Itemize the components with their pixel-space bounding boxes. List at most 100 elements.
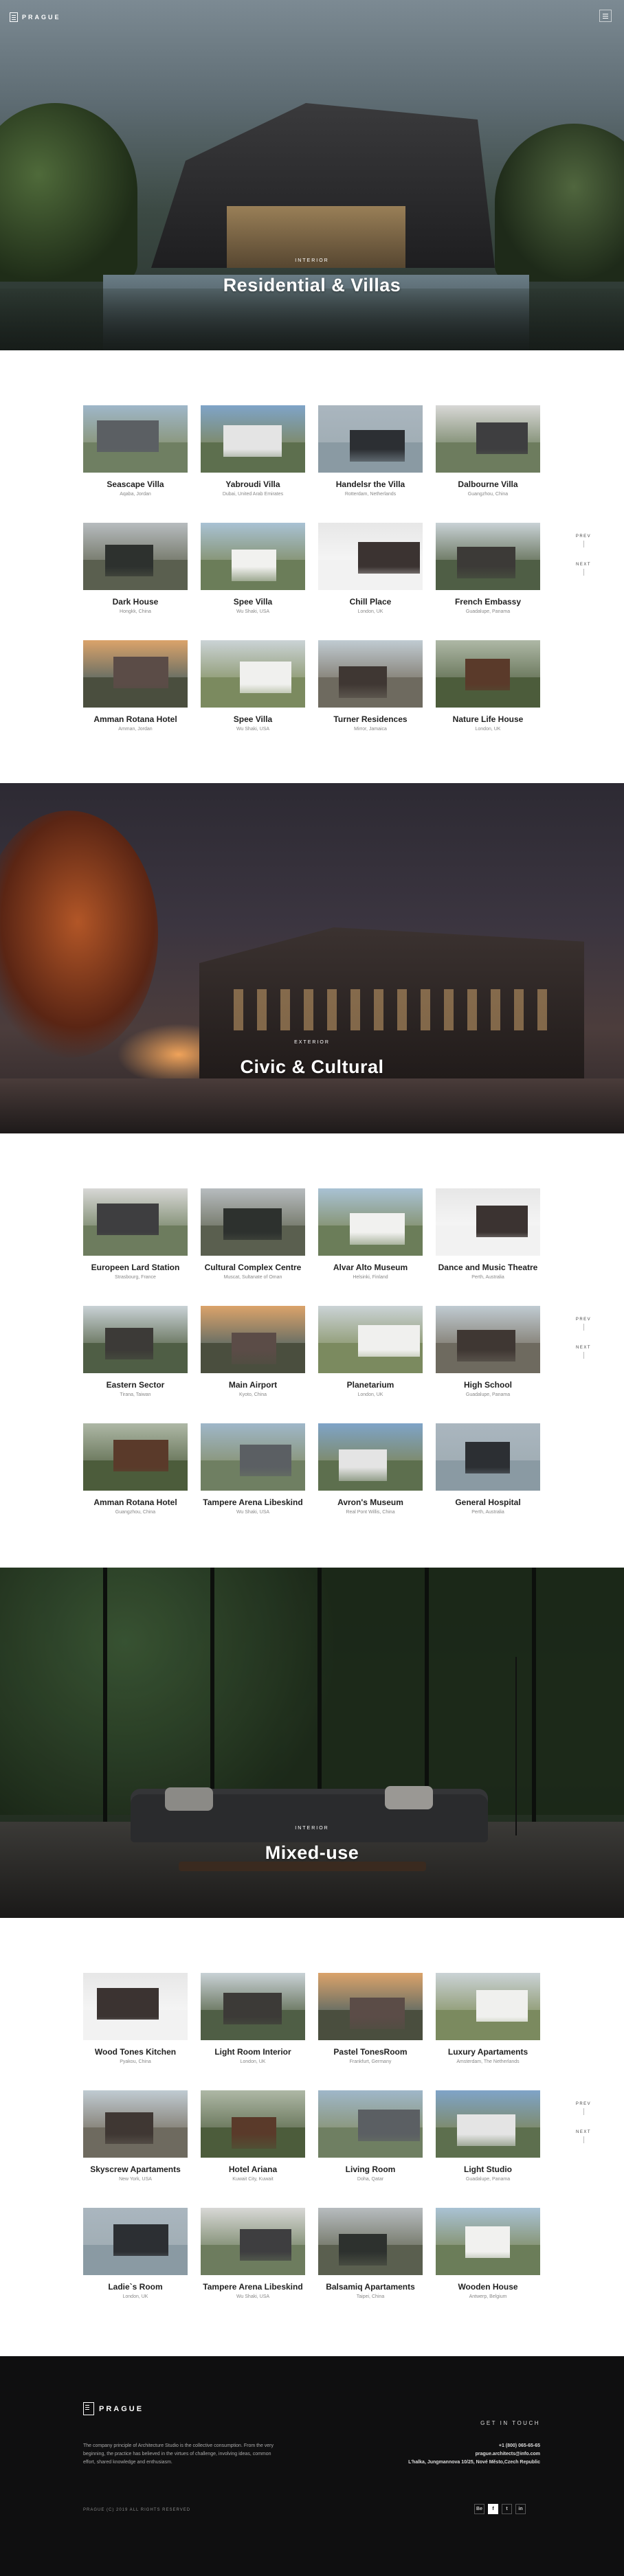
project-thumbnail[interactable] xyxy=(318,2208,423,2275)
project-title[interactable]: Europeen Lard Station xyxy=(83,1263,188,1272)
project-thumbnail[interactable] xyxy=(436,1188,540,1256)
footer-phone[interactable]: +1 (800) 065-65-65 xyxy=(385,2442,540,2450)
project-title[interactable]: Alvar Alto Museum xyxy=(318,1263,423,1272)
project-thumbnail[interactable] xyxy=(83,1973,188,2040)
project-title[interactable]: General Hospital xyxy=(436,1498,540,1507)
project-title[interactable]: Eastern Sector xyxy=(83,1380,188,1390)
project-thumbnail[interactable] xyxy=(201,1306,305,1373)
project-title[interactable]: Avron's Museum xyxy=(318,1498,423,1507)
project-title[interactable]: Dance and Music Theatre xyxy=(436,1263,540,1272)
next-button[interactable]: NEXT xyxy=(573,2130,594,2134)
prev-button[interactable]: PREV xyxy=(573,1318,594,1322)
project-thumbnail[interactable] xyxy=(318,1306,423,1373)
project-title[interactable]: Spee Villa xyxy=(201,714,305,724)
project-card[interactable]: Dark House Hongkk, China xyxy=(83,523,188,614)
project-title[interactable]: Nature Life House xyxy=(436,714,540,724)
project-card[interactable]: Skyscrew Apartaments New York, USA xyxy=(83,2090,188,2182)
project-card[interactable]: Pastel TonesRoom Frankfurt, Germany xyxy=(318,1973,423,2064)
project-title[interactable]: Handelsr the Villa xyxy=(318,479,423,489)
project-card[interactable]: Ladie`s Room London, UK xyxy=(83,2208,188,2299)
project-card[interactable]: General Hospital Perth, Australia xyxy=(436,1423,540,1515)
project-title[interactable]: Tampere Arena Libeskind xyxy=(201,1498,305,1507)
project-card[interactable]: Spee Villa Wu Shaki, USA xyxy=(201,523,305,614)
project-card[interactable]: Balsamiq Apartaments Taipei, China xyxy=(318,2208,423,2299)
project-card[interactable]: Tampere Arena Libeskind Wu Shaki, USA xyxy=(201,1423,305,1515)
project-thumbnail[interactable] xyxy=(83,640,188,708)
project-thumbnail[interactable] xyxy=(436,1423,540,1491)
project-title[interactable]: Tampere Arena Libeskind xyxy=(201,2282,305,2292)
project-card[interactable]: Wood Tones Kitchen Pyakou, China xyxy=(83,1973,188,2064)
project-title[interactable]: Balsamiq Apartaments xyxy=(318,2282,423,2292)
project-title[interactable]: Luxury Apartaments xyxy=(436,2047,540,2057)
project-card[interactable]: Handelsr the Villa Rotterdam, Netherlands xyxy=(318,405,423,497)
project-thumbnail[interactable] xyxy=(318,1423,423,1491)
project-thumbnail[interactable] xyxy=(436,405,540,473)
project-card[interactable]: Main Airport Kyoto, China xyxy=(201,1306,305,1397)
project-card[interactable]: Dalbourne Villa Guangzhou, China xyxy=(436,405,540,497)
project-thumbnail[interactable] xyxy=(318,405,423,473)
hamburger-menu-button[interactable] xyxy=(599,10,612,22)
project-title[interactable]: Planetarium xyxy=(318,1380,423,1390)
project-thumbnail[interactable] xyxy=(83,1188,188,1256)
project-thumbnail[interactable] xyxy=(83,2208,188,2275)
project-thumbnail[interactable] xyxy=(83,1423,188,1491)
project-title[interactable]: Yabroudi Villa xyxy=(201,479,305,489)
prev-button[interactable]: PREV xyxy=(573,534,594,539)
project-title[interactable]: Amman Rotana Hotel xyxy=(83,1498,188,1507)
project-card[interactable]: Light Room Interior London, UK xyxy=(201,1973,305,2064)
project-title[interactable]: Spee Villa xyxy=(201,597,305,607)
project-card[interactable]: Living Room Doha, Qatar xyxy=(318,2090,423,2182)
project-card[interactable]: High School Guadalupe, Panama xyxy=(436,1306,540,1397)
project-title[interactable]: Cultural Complex Centre xyxy=(201,1263,305,1272)
project-title[interactable]: Dark House xyxy=(83,597,188,607)
project-card[interactable]: Europeen Lard Station Strasbourg, France xyxy=(83,1188,188,1280)
project-card[interactable]: Seascape Villa Aqaba, Jordan xyxy=(83,405,188,497)
project-thumbnail[interactable] xyxy=(201,1973,305,2040)
project-thumbnail[interactable] xyxy=(201,405,305,473)
project-thumbnail[interactable] xyxy=(83,405,188,473)
project-title[interactable]: Hotel Ariana xyxy=(201,2165,305,2174)
project-thumbnail[interactable] xyxy=(201,2090,305,2158)
project-card[interactable]: Alvar Alto Museum Helsinki, Finland xyxy=(318,1188,423,1280)
project-card[interactable]: Spee Villa Wu Shaki, USA xyxy=(201,640,305,732)
project-thumbnail[interactable] xyxy=(318,1973,423,2040)
facebook-icon[interactable]: f xyxy=(488,2504,498,2514)
project-card[interactable]: Chill Place London, UK xyxy=(318,523,423,614)
prev-button[interactable]: PREV xyxy=(573,2102,594,2106)
project-title[interactable]: Dalbourne Villa xyxy=(436,479,540,489)
project-thumbnail[interactable] xyxy=(436,1306,540,1373)
project-card[interactable]: Luxury Apartaments Amsterdam, The Netherl… xyxy=(436,1973,540,2064)
project-thumbnail[interactable] xyxy=(318,1188,423,1256)
project-thumbnail[interactable] xyxy=(318,2090,423,2158)
project-title[interactable]: Ladie`s Room xyxy=(83,2282,188,2292)
project-thumbnail[interactable] xyxy=(201,523,305,590)
project-title[interactable]: French Embassy xyxy=(436,597,540,607)
project-card[interactable]: Light Studio Guadalupe, Panama xyxy=(436,2090,540,2182)
project-title[interactable]: Chill Place xyxy=(318,597,423,607)
project-thumbnail[interactable] xyxy=(318,640,423,708)
project-title[interactable]: Living Room xyxy=(318,2165,423,2174)
project-card[interactable]: Eastern Sector Tirana, Taiwan xyxy=(83,1306,188,1397)
footer-logo[interactable]: PRAGUE xyxy=(83,2402,144,2415)
project-thumbnail[interactable] xyxy=(201,1188,305,1256)
project-title[interactable]: Seascape Villa xyxy=(83,479,188,489)
project-title[interactable]: High School xyxy=(436,1380,540,1390)
project-thumbnail[interactable] xyxy=(83,2090,188,2158)
project-thumbnail[interactable] xyxy=(436,523,540,590)
linkedin-icon[interactable]: in xyxy=(515,2504,526,2514)
project-card[interactable]: Avron's Museum Real Pont Willis, China xyxy=(318,1423,423,1515)
project-title[interactable]: Light Room Interior xyxy=(201,2047,305,2057)
project-thumbnail[interactable] xyxy=(318,523,423,590)
behance-icon[interactable]: Be xyxy=(474,2504,484,2514)
project-card[interactable]: French Embassy Guadalupe, Panama xyxy=(436,523,540,614)
project-title[interactable]: Amman Rotana Hotel xyxy=(83,714,188,724)
project-card[interactable]: Yabroudi Villa Dubai, United Arab Emirate… xyxy=(201,405,305,497)
next-button[interactable]: NEXT xyxy=(573,563,594,567)
project-thumbnail[interactable] xyxy=(201,640,305,708)
project-thumbnail[interactable] xyxy=(436,640,540,708)
project-thumbnail[interactable] xyxy=(436,1973,540,2040)
project-card[interactable]: Hotel Ariana Kuwait City, Kuwait xyxy=(201,2090,305,2182)
project-title[interactable]: Turner Residences xyxy=(318,714,423,724)
project-card[interactable]: Turner Residences Mirror, Jamaica xyxy=(318,640,423,732)
project-thumbnail[interactable] xyxy=(83,523,188,590)
